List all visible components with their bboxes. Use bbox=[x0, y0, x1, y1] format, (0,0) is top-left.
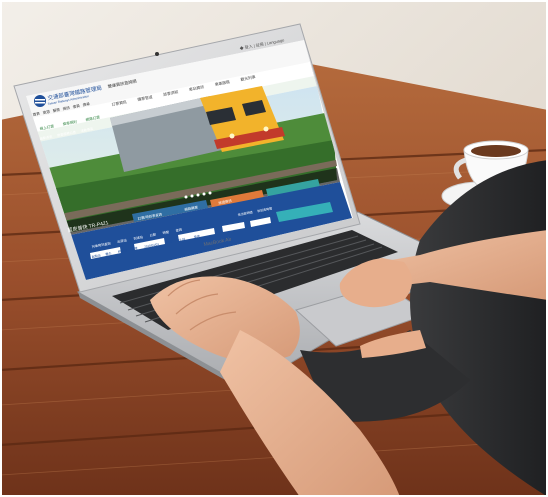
laptop-on-wooden-table-photo: ◆ 登入 | 註冊 | Language 交通部臺灣鐵路管理局 Taiwan R… bbox=[0, 0, 548, 497]
site-logo bbox=[34, 95, 46, 107]
laptop-camera bbox=[155, 52, 159, 56]
